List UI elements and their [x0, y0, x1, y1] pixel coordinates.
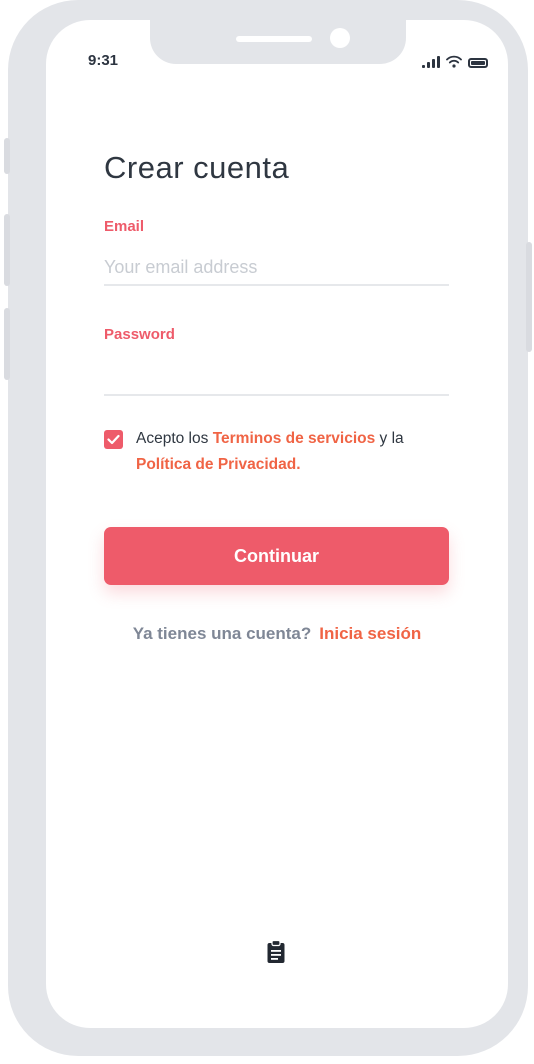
status-time: 9:31 [88, 52, 119, 69]
wifi-icon [446, 55, 462, 68]
consent-prefix: Acepto los [136, 430, 209, 447]
side-button-volume-down [4, 308, 10, 380]
app-screen: 9:31 Crear cuenta Email Password Acepto … [46, 20, 508, 1028]
clipboard-icon[interactable] [266, 940, 286, 964]
signin-link[interactable]: Inicia sesión [319, 624, 421, 643]
phone-frame: 9:31 Crear cuenta Email Password Acepto … [4, 0, 532, 1056]
terms-link[interactable]: Terminos de servicios [213, 430, 376, 447]
terms-checkbox[interactable] [104, 430, 123, 449]
signin-question: Ya tienes una cuenta? [132, 624, 312, 643]
signin-prompt: Ya tienes una cuenta? Inicia sesión [46, 624, 508, 644]
terms-consent-text: Acepto los Terminos de servicios y la Po… [136, 426, 436, 478]
speaker [236, 36, 312, 42]
status-icons [422, 52, 488, 68]
privacy-link[interactable]: Política de Privacidad. [136, 456, 301, 473]
email-field[interactable] [104, 250, 449, 286]
notch [150, 20, 406, 64]
continue-button[interactable]: Continuar [104, 527, 449, 585]
side-button-power [526, 242, 532, 352]
camera [330, 28, 350, 48]
consent-middle: y la [379, 430, 404, 447]
battery-icon [468, 58, 488, 68]
password-label: Password [104, 326, 175, 343]
password-field[interactable] [104, 360, 449, 396]
email-label: Email [104, 218, 145, 235]
side-button-silent [4, 138, 10, 174]
signal-icon [422, 56, 440, 68]
checkmark-icon [107, 434, 120, 445]
page-title: Crear cuenta [104, 150, 290, 185]
side-button-volume-up [4, 214, 10, 286]
